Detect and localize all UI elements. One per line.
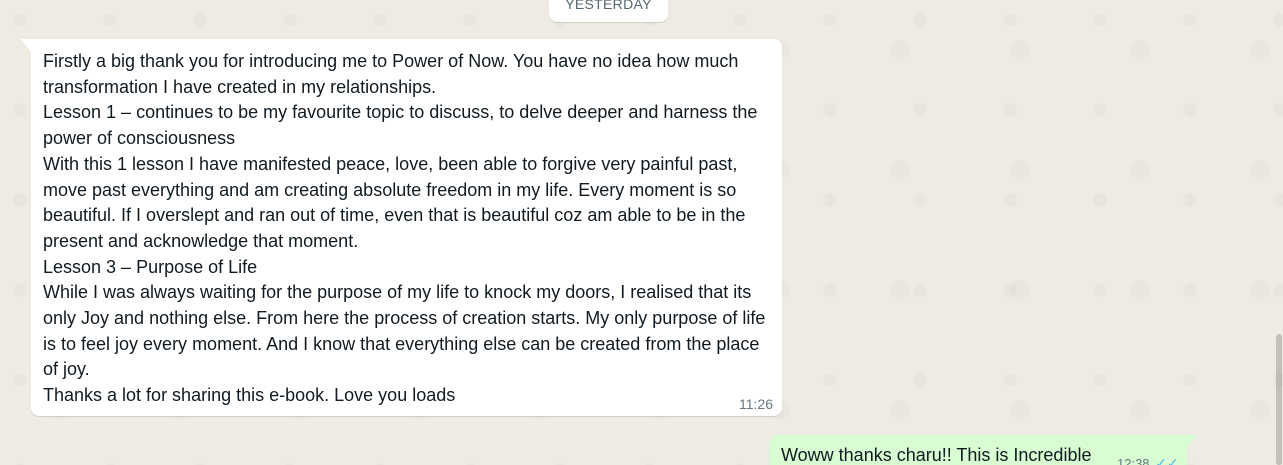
scrollbar-thumb[interactable]	[1276, 334, 1282, 465]
outgoing-message-bubble[interactable]: Woww thanks charu!! This is Incredible 1…	[769, 435, 1197, 465]
message-paragraph: Lesson 1 – continues to be my favourite …	[43, 102, 758, 149]
message-paragraph: Firstly a big thank you for introducing …	[43, 51, 739, 97]
message-paragraph: With this 1 lesson I have manifested pea…	[43, 153, 746, 251]
date-divider: YESTERDAY	[549, 0, 668, 22]
date-divider-label: YESTERDAY	[565, 0, 652, 12]
message-paragraph: Thanks a lot for sharing this e-book. Lo…	[43, 385, 456, 406]
bubble-tail	[1187, 435, 1197, 448]
message-paragraph: While I was always waiting for the purpo…	[43, 282, 766, 380]
message-paragraph: Lesson 3 – Purpose of Life	[43, 256, 258, 277]
message-meta: 12:38 ✓✓	[1117, 455, 1179, 465]
incoming-message-bubble[interactable]: Firstly a big thank you for introducing …	[21, 39, 782, 416]
bubble-tail	[21, 39, 31, 52]
read-receipt-icon: ✓✓	[1155, 455, 1179, 465]
chat-scrollbar[interactable]	[1275, 0, 1283, 465]
message-timestamp: 11:26	[739, 396, 773, 412]
chat-message-pane[interactable]: YESTERDAY Firstly a big thank you for in…	[0, 0, 1283, 465]
message-timestamp: 12:38	[1117, 456, 1150, 465]
message-text: Woww thanks charu!! This is Incredible	[781, 445, 1092, 465]
